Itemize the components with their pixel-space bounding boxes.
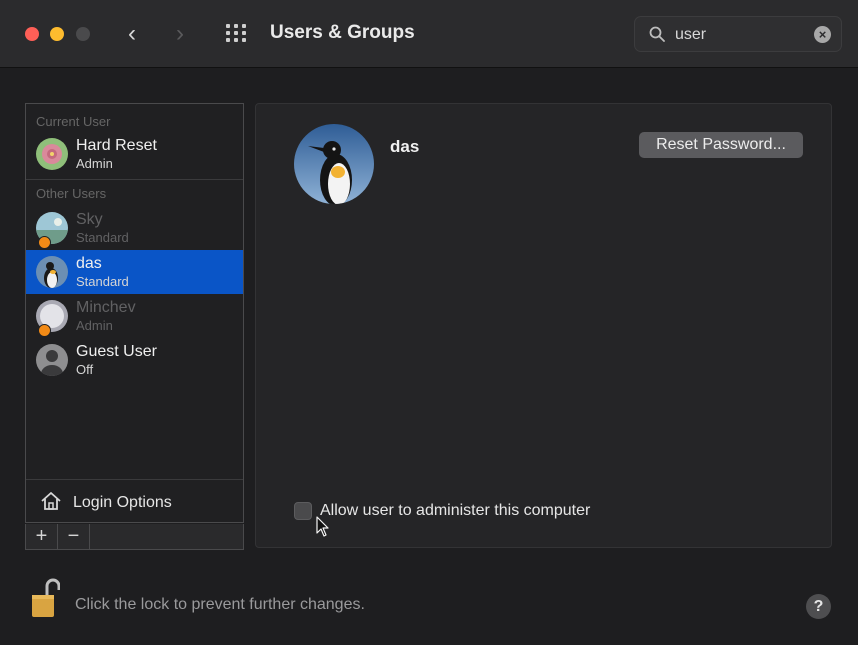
administer-computer-label[interactable]: Allow user to administer this computer <box>320 502 590 520</box>
user-row-minchev[interactable]: Minchev Admin <box>26 294 243 338</box>
user-role: Admin <box>76 318 113 333</box>
users-sidebar: Current User Hard Reset Admin Other User… <box>25 103 244 523</box>
title-bar: ‹ › Users & Groups × <box>0 0 858 68</box>
user-name: Minchev <box>76 299 136 316</box>
administer-computer-checkbox[interactable] <box>294 502 312 520</box>
divider <box>26 179 243 180</box>
unlocked-padlock-icon[interactable] <box>30 577 60 619</box>
user-name: Sky <box>76 211 103 228</box>
warning-badge-icon <box>38 324 51 337</box>
zoom-window-button[interactable] <box>76 27 90 41</box>
user-row-guest-user[interactable]: Guest User Off <box>26 338 243 382</box>
minimize-window-button[interactable] <box>50 27 64 41</box>
forward-button[interactable]: › <box>176 20 184 48</box>
back-button[interactable]: ‹ <box>128 20 136 48</box>
window-title: Users & Groups <box>270 22 415 43</box>
show-all-grid-icon[interactable] <box>226 24 250 42</box>
avatar-flower <box>36 138 68 170</box>
search-icon <box>649 26 665 42</box>
warning-badge-icon <box>38 236 51 249</box>
add-user-button[interactable]: + <box>26 524 58 549</box>
avatar-penguin <box>36 256 68 288</box>
guest-user-icon <box>36 344 68 376</box>
login-options-button[interactable]: Login Options <box>26 479 243 523</box>
user-role: Standard <box>76 230 129 245</box>
other-users-section-label: Other Users <box>36 186 107 201</box>
login-options-label: Login Options <box>73 494 172 511</box>
user-row-hard-reset[interactable]: Hard Reset Admin <box>26 132 243 176</box>
user-picture-penguin[interactable] <box>294 124 374 204</box>
help-button[interactable]: ? <box>806 594 831 619</box>
user-role: Admin <box>76 156 113 171</box>
mouse-cursor-icon <box>316 516 329 537</box>
search-field[interactable]: × <box>634 16 842 52</box>
user-row-das[interactable]: das Standard <box>26 250 243 294</box>
house-icon <box>41 492 61 510</box>
user-role: Off <box>76 362 94 377</box>
lock-status-text: Click the lock to prevent further change… <box>75 596 365 613</box>
user-name: das <box>76 255 102 272</box>
clear-search-icon[interactable]: × <box>814 26 831 43</box>
reset-password-button[interactable]: Reset Password... <box>639 132 803 158</box>
remove-user-button[interactable]: − <box>58 524 90 549</box>
user-name: Hard Reset <box>76 137 157 154</box>
search-input[interactable] <box>675 23 805 47</box>
user-name: Guest User <box>76 343 157 360</box>
sidebar-toolbar: + − <box>25 524 244 550</box>
user-detail-panel: das Reset Password... Allow user to admi… <box>255 103 832 548</box>
user-role: Standard <box>76 274 129 289</box>
user-row-sky[interactable]: Sky Standard <box>26 206 243 250</box>
close-window-button[interactable] <box>25 27 39 41</box>
current-user-section-label: Current User <box>36 114 111 129</box>
selected-user-name: das <box>390 137 420 156</box>
